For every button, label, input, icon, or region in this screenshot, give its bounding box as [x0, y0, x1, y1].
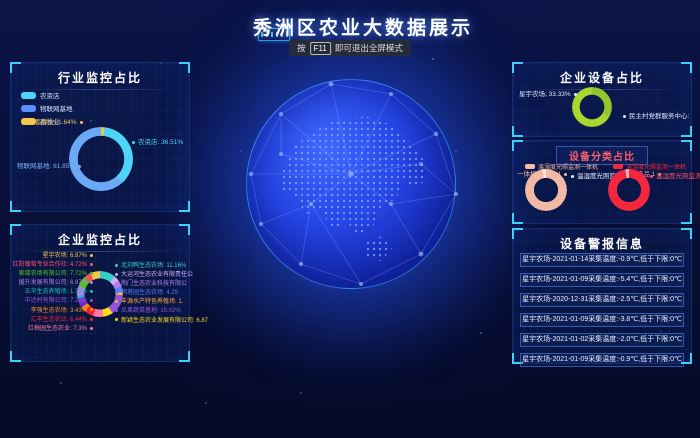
slice-label: 丰源水产特色养殖场: 1. — [115, 299, 183, 306]
slice-label: 李强生态农场: 3.43% — [31, 308, 93, 315]
dashboard: 秀洲区农业大数据展示 按 F11 即可退出全屏模式 行业监控占比 农资店 物联网… — [0, 0, 700, 438]
slice-label: 中达村有限公司: 7.29% — [25, 298, 93, 305]
slice-label: 红梅园生态农业: 7.3% — [28, 326, 93, 333]
panel-device-classification: 设备分类占比 温湿度光照监测一体机 一体机类产品 1 温湿度光照监测一 温湿度光… — [512, 140, 692, 224]
legend-label: 农资店 — [40, 90, 60, 100]
alarm-row: 星宇农场-2021-01-09采集温度:-3.8℃,低于下限:0℃ — [520, 313, 684, 327]
panel-device-alarms: 设备警报信息 星宇农场-2021-01-14采集温度:-0.9℃,低于下限:0℃… — [512, 228, 692, 364]
slice-label: 红阳葡萄专业合作社: 4.72% — [13, 262, 93, 269]
industry-donut-chart[interactable] — [69, 127, 133, 191]
globe-network-mesh-icon — [221, 54, 481, 314]
panel-title-enterprise: 企业监控占比 — [11, 225, 189, 252]
panel-equipment-ratio: 企业设备占比 星宇农场: 33.33% 民主村党群服务中心: — [512, 62, 692, 137]
panel-title-alarms: 设备警报信息 — [513, 229, 691, 256]
legend-swatch — [21, 105, 36, 112]
legend-item-nongzidian[interactable]: 农资店 — [21, 90, 73, 100]
panel-enterprise-ratio: 企业监控占比 星宇农场: 6.87% 红阳葡萄专业合作社: 4.72% 家缘农场… — [10, 224, 190, 362]
page-title: 秀洲区农业大数据展示 — [0, 13, 700, 40]
legend-swatch — [21, 118, 36, 125]
legend-label: 物联网基地 — [40, 103, 73, 113]
fullscreen-exit-tooltip: 按 F11 即可退出全屏模式 — [289, 40, 411, 56]
alarm-row: 星宇农场-2021-01-02采集温度:-2.0℃,低于下限:0℃ — [520, 333, 684, 347]
alarm-list: 星宇农场-2021-01-14采集温度:-0.9℃,低于下限:0℃ 星宇农场-2… — [520, 253, 684, 367]
slice-label: 新颖生态农业发展有限公司: 6.87 — [115, 318, 208, 325]
slice-label: 汇丰生态农业: 6.44% — [31, 317, 93, 324]
slice-label-minzhucun: 民主村党群服务中心: — [623, 113, 689, 120]
slice-label-nongzidian: 农资店: 36.51% — [132, 139, 183, 146]
slice-label: 援升发展有限公司: 6.87% — [19, 280, 93, 287]
f11-key-badge: F11 — [310, 42, 331, 55]
legend-item-wulianwang[interactable]: 物联网基地 — [21, 103, 73, 113]
slice-label-xumuye: 畜牧业: 1.64% — [35, 119, 83, 126]
device-class-left-donut-chart[interactable] — [525, 169, 567, 211]
alarm-row: 星宇农场-2021-01-09采集温度:-0.9℃,低于下限:0℃ — [520, 353, 684, 367]
background-stars — [0, 0, 2, 2]
legend-swatch — [21, 92, 36, 99]
enterprise-left-labels: 星宇农场: 6.87% 红阳葡萄专业合作社: 4.72% 家缘农场有限公司: 7… — [15, 253, 93, 332]
legend-swatch — [613, 164, 623, 169]
globe — [246, 79, 456, 289]
slice-label: 大运河生态农业有限责任公 — [115, 272, 193, 279]
device-class-right-donut-chart[interactable] — [608, 169, 650, 211]
tooltip-prefix: 按 — [297, 42, 306, 54]
slice-label: 家缘农场有限公司: 7.72% — [19, 271, 93, 278]
panel-industry-ratio: 行业监控占比 农资店 物联网基地 畜牧业 畜牧业: 1.64% 农资店: 36.… — [10, 62, 190, 212]
slice-label: 瓜果蔬菜基地: 15.02% — [115, 308, 181, 315]
slice-label: 鸭塔园生态农场: 4.29 — [115, 290, 178, 297]
slice-label: 五华生态养殖场: 1.72% — [25, 289, 93, 296]
slice-label-wulianwang: 物联网基地: 61.85% — [17, 163, 81, 170]
panel-title-industry: 行业监控占比 — [11, 63, 189, 90]
device-class-left-legend[interactable]: 温湿度光照监测一体机 — [525, 162, 598, 171]
slice-label: 星宇农场: 6.87% — [43, 253, 93, 260]
alarm-row: 星宇农场-2021-01-14采集温度:-0.9℃,低于下限:0℃ — [520, 253, 684, 267]
legend-swatch — [525, 164, 535, 169]
panel-title-equipment: 企业设备占比 — [513, 63, 691, 90]
enterprise-right-labels: 北刘鸭生态农场: 11.16% 大运河生态农业有限责任公 陶门生态农业科技有限公… — [115, 263, 187, 324]
slice-label: 北刘鸭生态农场: 11.16% — [115, 263, 186, 270]
device-class-right-pointer-label: 温湿度光照监测一 — [650, 173, 700, 180]
slice-label-xingyu: 星宇农场: 33.33% — [519, 91, 577, 98]
slice-label: 陶门生态农业科技有限公 — [115, 281, 187, 288]
alarm-row: 星宇农场-2020-12-31采集温度:-2.5℃,低于下限:0℃ — [520, 293, 684, 307]
tooltip-suffix: 即可退出全屏模式 — [335, 42, 403, 54]
alarm-row: 星宇农场-2021-01-09采集温度:-5.4℃,低于下限:0℃ — [520, 273, 684, 287]
equipment-donut-chart[interactable] — [572, 87, 612, 127]
